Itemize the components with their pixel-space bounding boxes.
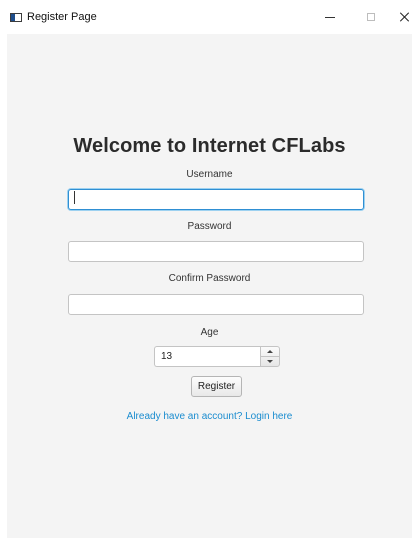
- register-button[interactable]: Register: [191, 376, 242, 397]
- age-decrement-button[interactable]: [261, 357, 279, 366]
- register-form-panel: Welcome to Internet CFLabs Username Pass…: [7, 34, 412, 538]
- minimize-icon: [325, 16, 335, 18]
- login-link[interactable]: Already have an account? Login here: [7, 411, 412, 422]
- register-window: Register Page Welcome to Internet CFLabs…: [0, 0, 419, 538]
- password-input[interactable]: [68, 241, 364, 262]
- page-title: Welcome to Internet CFLabs: [73, 135, 346, 157]
- minimize-button[interactable]: [310, 0, 350, 34]
- username-label: Username: [186, 169, 233, 180]
- username-input[interactable]: [68, 189, 364, 210]
- age-spinner: 13: [154, 346, 280, 367]
- close-button[interactable]: [384, 0, 419, 34]
- maximize-icon: [367, 13, 375, 21]
- age-increment-button[interactable]: [261, 347, 279, 357]
- password-label: Password: [187, 221, 232, 232]
- age-input[interactable]: 13: [154, 346, 260, 367]
- close-icon: [399, 12, 409, 22]
- confirm-password-label: Confirm Password: [168, 273, 251, 284]
- app-window-icon: [10, 13, 22, 22]
- text-caret: [74, 191, 75, 204]
- title-bar[interactable]: Register Page: [0, 0, 419, 34]
- age-label: Age: [200, 327, 219, 338]
- arrow-up-icon: [267, 350, 273, 353]
- window-title: Register Page: [27, 11, 97, 23]
- age-spinner-buttons: [260, 346, 280, 367]
- arrow-down-icon: [267, 360, 273, 363]
- confirm-password-input[interactable]: [68, 294, 364, 315]
